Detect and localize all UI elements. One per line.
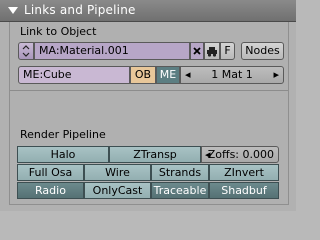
material-index-counter[interactable]: ◂ 1 Mat 1 ▸ [180, 66, 284, 84]
zoffs-value: Zoffs: 0.000 [207, 148, 274, 161]
material-browse-button[interactable] [18, 42, 34, 60]
panel-title: Links and Pipeline [24, 3, 136, 17]
delete-material-button[interactable] [190, 42, 204, 60]
toggle-onlycast[interactable]: OnlyCast [84, 182, 151, 199]
double-arrow-icon [22, 45, 30, 57]
panel-header[interactable]: Links and Pipeline [0, 0, 296, 22]
toggle-traceable[interactable]: Traceable [151, 182, 209, 199]
toggle-strands[interactable]: Strands [151, 164, 209, 181]
me-link-button[interactable]: ME [156, 66, 180, 84]
section-divider [10, 90, 288, 91]
toggle-halo[interactable]: Halo [17, 146, 109, 163]
toggle-wire[interactable]: Wire [84, 164, 151, 181]
ob-link-button[interactable]: OB [130, 66, 156, 84]
auto-name-button[interactable] [204, 42, 220, 60]
arrow-left-icon[interactable]: ◂ [205, 147, 211, 162]
material-name-field[interactable]: MA:Material.001 [34, 42, 190, 60]
links-pipeline-panel: Link to Object MA:Material.001 F Nodes M… [0, 22, 296, 211]
zoffs-number-field[interactable]: ◂ Zoffs: 0.000 [201, 146, 279, 163]
toggle-shadbuf[interactable]: Shadbuf [209, 182, 279, 199]
material-index-value: 1 Mat 1 [211, 68, 253, 81]
car-icon [207, 47, 217, 57]
link-to-object-label: Link to Object [20, 25, 97, 38]
toggle-zinvert[interactable]: ZInvert [209, 164, 279, 181]
render-pipeline-label: Render Pipeline [20, 128, 106, 141]
fake-user-button[interactable]: F [220, 42, 235, 60]
x-icon [193, 47, 201, 55]
toggle-radio[interactable]: Radio [17, 182, 84, 199]
collapse-triangle-icon[interactable] [8, 7, 18, 14]
arrow-right-icon[interactable]: ▸ [273, 67, 279, 83]
mesh-name-field[interactable]: ME:Cube [18, 66, 130, 84]
toggle-full-osa[interactable]: Full Osa [17, 164, 84, 181]
toggle-ztransp[interactable]: ZTransp [109, 146, 201, 163]
nodes-button[interactable]: Nodes [241, 42, 284, 60]
